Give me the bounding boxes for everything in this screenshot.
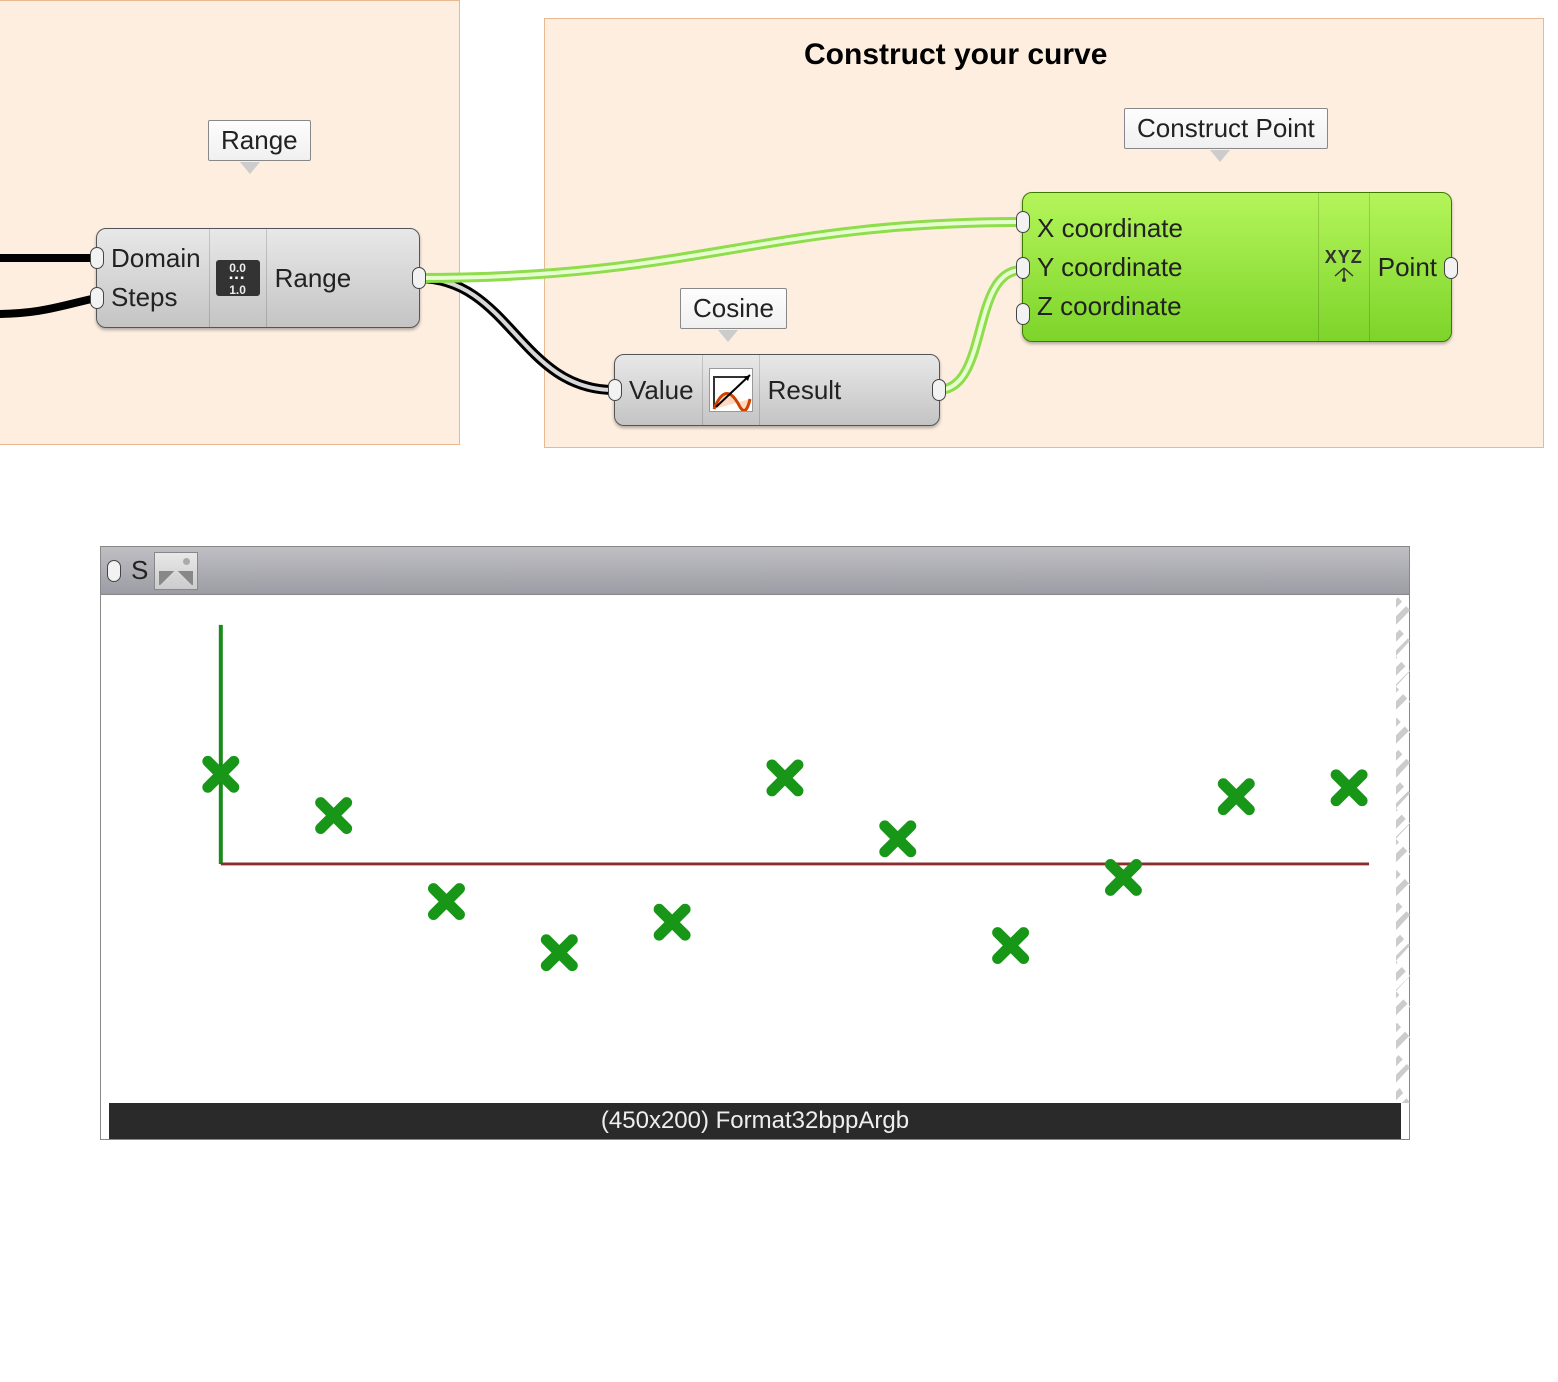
construct-point-node[interactable]: X coordinate Y coordinate Z coordinate X… <box>1022 192 1452 342</box>
range-tooltip-arrow <box>240 162 260 174</box>
range-steps-port[interactable] <box>90 287 104 309</box>
preview-s-port[interactable] <box>107 560 121 582</box>
cp-point-port[interactable] <box>1444 257 1458 279</box>
preview-canvas <box>101 595 1409 1103</box>
preview-header-label: S <box>131 555 148 586</box>
preview-header[interactable]: S <box>101 547 1409 595</box>
group-left <box>0 0 460 445</box>
construct-point-tooltip-arrow <box>1210 150 1230 162</box>
cp-input-z: Z coordinate <box>1037 287 1310 326</box>
cp-x-port[interactable] <box>1016 211 1030 233</box>
cosine-tooltip: Cosine <box>680 288 787 329</box>
cp-z-port[interactable] <box>1016 303 1030 325</box>
cp-output-point: Point <box>1378 248 1437 287</box>
range-icon: 0.0 ▪▪▪ 1.0 <box>216 260 260 296</box>
cosine-node[interactable]: Value Result <box>614 354 940 426</box>
range-tooltip: Range <box>208 120 311 161</box>
cosine-result-port[interactable] <box>932 379 946 401</box>
range-input-steps: Steps <box>111 278 201 317</box>
cosine-value-port[interactable] <box>608 379 622 401</box>
cosine-output-result: Result <box>768 371 842 410</box>
image-icon <box>154 552 198 590</box>
range-domain-port[interactable] <box>90 247 104 269</box>
range-input-domain: Domain <box>111 239 201 278</box>
construct-point-tooltip: Construct Point <box>1124 108 1328 149</box>
cp-input-y: Y coordinate <box>1037 248 1310 287</box>
cp-y-port[interactable] <box>1016 257 1030 279</box>
cosine-input-value: Value <box>629 371 694 410</box>
preview-panel[interactable]: S (450x200) Format32bppArgb <box>100 546 1410 1140</box>
cp-input-x: X coordinate <box>1037 209 1310 248</box>
group-right-title: Construct your curve <box>804 38 1107 72</box>
cosine-icon <box>709 368 753 412</box>
cosine-tooltip-arrow <box>718 330 738 342</box>
range-node[interactable]: Domain Steps 0.0 ▪▪▪ 1.0 Range <box>96 228 420 328</box>
preview-footer: (450x200) Format32bppArgb <box>109 1103 1401 1139</box>
range-output-port[interactable] <box>412 267 426 289</box>
range-output-range: Range <box>275 259 352 298</box>
xyz-icon: XYZ <box>1325 248 1363 287</box>
